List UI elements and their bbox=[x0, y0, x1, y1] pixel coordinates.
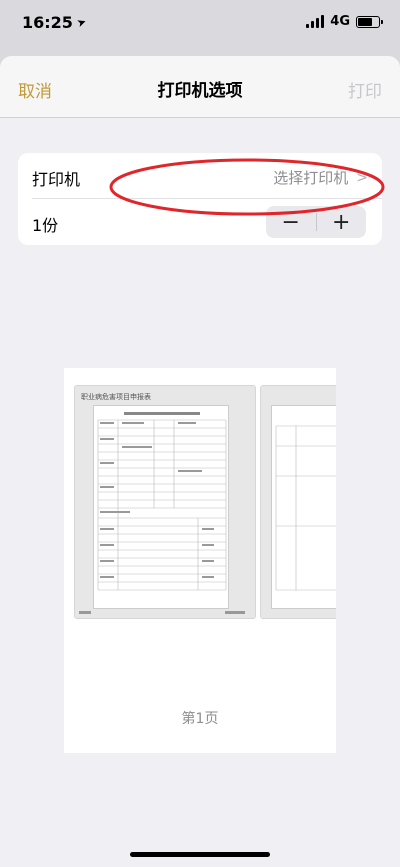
document-form bbox=[93, 405, 229, 609]
form-table-graphic bbox=[97, 412, 227, 591]
chevron-right-icon: > bbox=[356, 169, 368, 186]
document-title: 职业病危害项目申报表 bbox=[81, 393, 151, 401]
select-printer[interactable]: 选择打印机 > bbox=[273, 167, 368, 188]
printer-value: 选择打印机 bbox=[273, 169, 349, 187]
page-number-label: 第1页 bbox=[181, 711, 219, 727]
status-time-text: 16:25 bbox=[22, 13, 73, 32]
printer-label: 打印机 bbox=[32, 170, 81, 189]
plus-icon: + bbox=[332, 209, 351, 235]
copies-label: 1份 bbox=[32, 216, 59, 235]
location-arrow-icon: ➤ bbox=[74, 14, 89, 31]
print-preview: 职业病危害项目申报表 第1页 bbox=[64, 368, 336, 753]
options-card: 打印机 选择打印机 > 1份 − + bbox=[18, 153, 382, 245]
page-title: 打印机选项 bbox=[157, 81, 243, 101]
copies-row: 1份 − + bbox=[18, 199, 382, 245]
nav-bar: 取消 打印机选项 打印 bbox=[0, 56, 400, 118]
form-table-graphic-2 bbox=[275, 425, 336, 591]
printer-options-sheet: 取消 打印机选项 打印 打印机 选择打印机 > 1份 − + 职业病危害项目申报… bbox=[0, 56, 400, 867]
copies-stepper: − + bbox=[266, 206, 366, 238]
signal-icon bbox=[306, 15, 325, 28]
decrement-button[interactable]: − bbox=[266, 206, 316, 238]
status-indicators: 4G bbox=[306, 14, 383, 29]
increment-button[interactable]: + bbox=[317, 206, 367, 238]
page-thumbnail-2[interactable] bbox=[260, 385, 336, 619]
page-thumbnail-1[interactable]: 职业病危害项目申报表 bbox=[74, 385, 256, 619]
status-bar: 16:25 ➤ 4G bbox=[0, 0, 400, 46]
document-form-2 bbox=[271, 405, 336, 609]
print-button[interactable]: 打印 bbox=[348, 77, 382, 102]
battery-icon bbox=[356, 15, 383, 28]
network-type: 4G bbox=[330, 14, 350, 29]
home-indicator[interactable] bbox=[130, 852, 270, 857]
minus-icon: − bbox=[281, 209, 300, 235]
printer-row[interactable]: 打印机 选择打印机 > bbox=[32, 153, 382, 199]
status-time: 16:25 ➤ bbox=[22, 13, 89, 32]
